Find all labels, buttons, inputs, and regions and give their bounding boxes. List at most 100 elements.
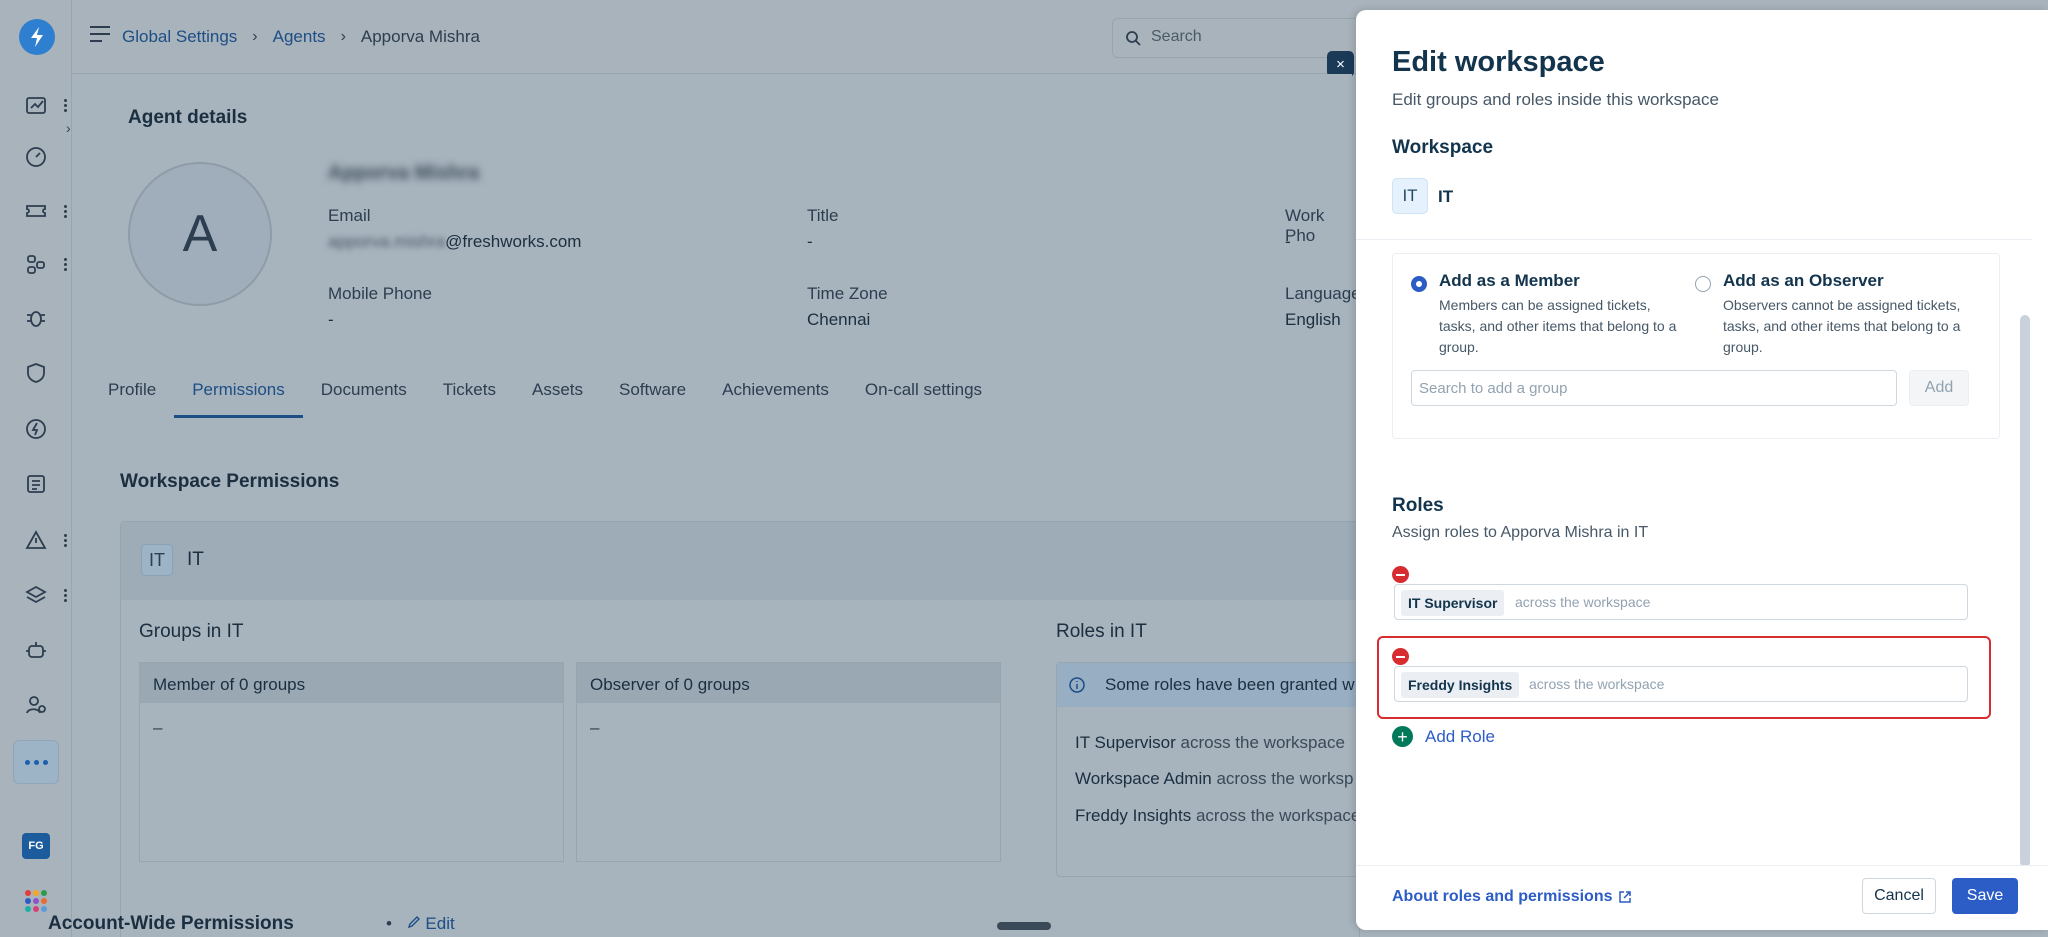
workflow-icon[interactable] bbox=[18, 246, 54, 282]
bug-icon[interactable] bbox=[18, 300, 54, 336]
lightning-icon[interactable] bbox=[18, 411, 54, 447]
dashboard-icon[interactable] bbox=[18, 87, 54, 123]
save-button[interactable]: Save bbox=[1952, 878, 2018, 914]
pencil-icon bbox=[407, 916, 420, 929]
member-option-desc: Members can be assigned tickets, tasks, … bbox=[1439, 297, 1677, 355]
bot-icon[interactable] bbox=[18, 632, 54, 668]
checklist-icon[interactable] bbox=[18, 466, 54, 502]
breadcrumb: Global Settings › Agents › Apporva Mishr… bbox=[122, 27, 480, 47]
add-group-button[interactable]: Add bbox=[1909, 370, 1969, 406]
role-chip: Freddy Insights bbox=[1401, 672, 1520, 698]
menu-dots-icon[interactable] bbox=[62, 588, 68, 602]
search-input[interactable] bbox=[1151, 28, 1391, 46]
email-value: apporva.mishra@freshworks.com bbox=[328, 232, 582, 251]
member-groups-header: Member of 0 groups bbox=[140, 663, 563, 703]
workspace-header: IT IT bbox=[121, 522, 1359, 600]
breadcrumb-global-settings[interactable]: Global Settings bbox=[122, 27, 237, 47]
mobile-label: Mobile Phone bbox=[328, 284, 432, 303]
breadcrumb-current: Apporva Mishra bbox=[360, 27, 480, 46]
role-scope: across the workspace bbox=[1515, 594, 1651, 610]
language-value: English bbox=[1285, 310, 1341, 329]
menu-dots-icon[interactable] bbox=[62, 98, 68, 112]
member-radio[interactable] bbox=[1411, 276, 1427, 292]
tab-achievements[interactable]: Achievements bbox=[704, 372, 847, 418]
add-role-label: Add Role bbox=[1425, 726, 1495, 746]
workspace-badge: IT bbox=[141, 544, 173, 576]
user-avatar[interactable]: FG bbox=[22, 833, 50, 859]
role-chip: IT Supervisor bbox=[1401, 590, 1505, 616]
workspace-badge: IT bbox=[1392, 178, 1428, 214]
workspace-label: Workspace bbox=[1392, 137, 1494, 158]
workspace-permissions-title: Workspace Permissions bbox=[120, 471, 340, 492]
app-switcher-icon[interactable] bbox=[25, 890, 47, 912]
workspace-name: IT bbox=[187, 549, 204, 570]
menu-dots-icon[interactable] bbox=[62, 533, 68, 547]
edit-workspace-drawer: Edit workspace Edit groups and roles ins… bbox=[1356, 10, 2048, 930]
roles-column: Some roles have been granted w IT Superv… bbox=[1056, 662, 1376, 877]
chevron-right-icon: › bbox=[252, 28, 258, 45]
tab-assets[interactable]: Assets bbox=[514, 372, 601, 418]
external-link-icon bbox=[1619, 891, 1632, 903]
breadcrumb-agents[interactable]: Agents bbox=[273, 27, 326, 47]
work-phone-label: Work Pho bbox=[1285, 206, 1325, 245]
role-field[interactable]: IT Supervisor across the workspace bbox=[1394, 584, 1968, 620]
agent-tabs: Profile Permissions Documents Tickets As… bbox=[90, 372, 1000, 418]
tab-tickets[interactable]: Tickets bbox=[425, 372, 514, 418]
roles-section-title: Roles bbox=[1392, 495, 1444, 516]
work-phone-value: - bbox=[1285, 232, 1291, 251]
group-search-input[interactable] bbox=[1411, 370, 1897, 406]
about-roles-link[interactable]: About roles and permissions bbox=[1392, 888, 1632, 906]
hamburger-menu-icon[interactable] bbox=[90, 26, 110, 47]
cancel-button[interactable]: Cancel bbox=[1862, 878, 1936, 914]
account-edit-link[interactable]: • Edit bbox=[386, 914, 455, 934]
account-wide-permissions-title: Account-Wide Permissions bbox=[48, 913, 294, 934]
add-role-button[interactable]: + Add Role bbox=[1392, 726, 1495, 747]
drawer-subtitle: Edit groups and roles inside this worksp… bbox=[1392, 90, 1719, 109]
warning-icon[interactable] bbox=[18, 522, 54, 558]
member-groups-value: – bbox=[153, 718, 163, 737]
menu-dots-icon[interactable] bbox=[62, 257, 68, 271]
agent-page: Agent details A Apporva Mishra Email app… bbox=[72, 74, 1376, 937]
agent-details-title: Agent details bbox=[128, 107, 248, 128]
workspace-permissions-card: IT IT Groups in IT Member of 0 groups – … bbox=[120, 521, 1376, 937]
chevron-right-icon: › bbox=[340, 28, 346, 45]
layers-icon[interactable] bbox=[18, 577, 54, 613]
drawer-scrollbar[interactable] bbox=[2020, 315, 2030, 867]
minus-icon bbox=[1396, 573, 1405, 576]
timezone-label: Time Zone bbox=[807, 284, 888, 303]
observer-groups-header: Observer of 0 groups bbox=[577, 663, 1000, 703]
tab-permissions[interactable]: Permissions bbox=[174, 372, 303, 418]
more-apps-button[interactable] bbox=[13, 740, 59, 784]
left-rail: FG bbox=[0, 0, 72, 937]
speedometer-icon[interactable] bbox=[18, 139, 54, 175]
observer-radio[interactable] bbox=[1695, 276, 1711, 292]
user-settings-icon[interactable] bbox=[18, 687, 54, 723]
observer-option-desc: Observers cannot be assigned tickets, ta… bbox=[1723, 297, 1961, 355]
freshservice-logo-icon[interactable] bbox=[19, 19, 55, 55]
language-label: Language bbox=[1285, 284, 1361, 303]
member-option-title[interactable]: Add as a Member bbox=[1439, 271, 1580, 291]
ticket-icon[interactable] bbox=[18, 193, 54, 229]
agent-name: Apporva Mishra bbox=[328, 162, 480, 184]
mobile-value: - bbox=[328, 310, 334, 329]
horizontal-scroll-handle[interactable] bbox=[997, 922, 1051, 930]
tab-documents[interactable]: Documents bbox=[303, 372, 425, 418]
info-icon bbox=[1069, 677, 1085, 693]
chevron-right-icon[interactable]: › bbox=[66, 120, 71, 136]
remove-role-button[interactable] bbox=[1392, 566, 1409, 583]
role-field[interactable]: Freddy Insights across the workspace bbox=[1394, 666, 1968, 702]
tab-software[interactable]: Software bbox=[601, 372, 704, 418]
drawer-footer: About roles and permissions Cancel Save bbox=[1356, 865, 2048, 930]
observer-groups-value: – bbox=[590, 718, 600, 737]
title-value: - bbox=[807, 232, 813, 251]
plus-icon: + bbox=[1392, 726, 1413, 747]
role-line: Freddy Insights across the workspace bbox=[1075, 806, 1361, 825]
tab-on-call-settings[interactable]: On-call settings bbox=[847, 372, 1000, 418]
remove-role-button[interactable] bbox=[1392, 648, 1409, 665]
shield-icon[interactable] bbox=[18, 355, 54, 391]
minus-icon bbox=[1396, 655, 1405, 658]
observer-option-title[interactable]: Add as an Observer bbox=[1723, 271, 1884, 291]
menu-dots-icon[interactable] bbox=[62, 204, 68, 218]
tab-profile[interactable]: Profile bbox=[90, 372, 174, 418]
role-line: IT Supervisor across the workspace bbox=[1075, 733, 1345, 752]
